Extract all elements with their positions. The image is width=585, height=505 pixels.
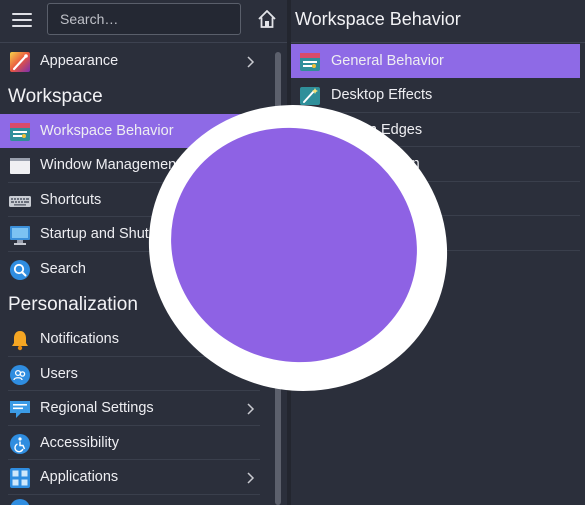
sidebar-item-label: Search — [40, 261, 86, 277]
content-item-label: Activities — [331, 260, 389, 276]
sidebar-scrollbar-handle[interactable] — [275, 52, 281, 505]
general-behavior-icon — [299, 51, 321, 73]
system-settings-window: Appearance Workspace Workspace Behavior — [0, 0, 585, 505]
section-title-workspace: Workspace — [8, 86, 103, 107]
sidebar-item-users[interactable]: Users — [0, 357, 266, 391]
chevron-right-icon — [244, 402, 256, 415]
screen-edges-icon — [299, 120, 321, 142]
section-title-personalization: Personalization — [8, 294, 138, 315]
sidebar-item-label: Applications — [40, 469, 119, 485]
sidebar: Appearance Workspace Workspace Behavior — [0, 0, 287, 505]
sidebar-item-startup-shutdown[interactable]: Startup and Shutdown — [0, 217, 266, 251]
sidebar-item-label: Accessibility — [40, 435, 119, 451]
sidebar-item-appearance[interactable]: Appearance — [0, 44, 266, 78]
search-input[interactable] — [48, 4, 240, 34]
content-item-screen-locking[interactable]: Screen Locking — [291, 182, 580, 216]
sidebar-item-label: Users — [40, 366, 78, 382]
sidebar-item-notifications[interactable]: Notifications — [0, 322, 266, 356]
sidebar-item-label: Shortcuts — [40, 192, 102, 208]
hamburger-menu-icon[interactable] — [12, 11, 32, 29]
title-divider — [291, 42, 585, 43]
toolbar-divider — [0, 42, 287, 43]
content-item-general-behavior[interactable]: General Behavior — [291, 44, 580, 78]
touch-screen-icon — [299, 154, 321, 176]
content-pane: Workspace Behavior General Behavior Desk… — [291, 0, 585, 505]
content-item-activities[interactable]: Activities — [291, 251, 580, 285]
startup-shutdown-icon — [9, 224, 31, 246]
partial-item-icon — [9, 498, 31, 505]
sidebar-item-label: Workspace Behavior — [40, 123, 174, 139]
chevron-right-icon — [244, 471, 256, 484]
sidebar-item-label: Window Management — [40, 157, 181, 173]
content-item-label: General Behavior — [331, 53, 444, 69]
page-title: Workspace Behavior — [295, 9, 461, 29]
content-item-label: Screen Edges — [331, 122, 423, 138]
home-icon[interactable] — [256, 8, 278, 30]
applications-icon — [9, 467, 31, 489]
content-item-screen-edges[interactable]: Screen Edges — [291, 113, 580, 147]
appearance-icon — [9, 51, 31, 73]
workspace-behavior-icon — [9, 121, 31, 143]
keyboard-icon — [9, 190, 31, 212]
content-item-desktop-effects[interactable]: Desktop Effects — [291, 78, 580, 112]
desktop-effects-icon — [299, 85, 321, 107]
content-item-label: Virtual Desktops — [331, 225, 437, 241]
sidebar-toolbar — [0, 0, 287, 42]
content-item-label: Desktop Effects — [331, 87, 433, 103]
row-divider — [8, 494, 260, 495]
search-icon — [9, 259, 31, 281]
sidebar-item-workspace-behavior[interactable]: Workspace Behavior — [0, 114, 266, 148]
sidebar-item-accessibility[interactable]: Accessibility — [0, 426, 266, 460]
content-item-virtual-desktops[interactable]: Virtual Desktops — [291, 216, 580, 250]
sidebar-item-window-management[interactable]: Window Management — [0, 148, 266, 182]
regional-settings-icon — [9, 398, 31, 420]
content-item-label: Screen Locking — [331, 191, 431, 207]
accessibility-icon — [9, 433, 31, 455]
sidebar-item-label: Regional Settings — [40, 400, 154, 416]
sidebar-item-shortcuts[interactable]: Shortcuts — [0, 183, 266, 217]
sidebar-item-label: Notifications — [40, 331, 119, 347]
sidebar-item-search[interactable]: Search — [0, 252, 266, 286]
chevron-right-icon — [244, 55, 256, 68]
activities-icon — [299, 258, 321, 280]
search-field[interactable] — [47, 3, 241, 35]
sidebar-item-label: Appearance — [40, 53, 119, 69]
bell-icon — [9, 329, 31, 351]
sidebar-item-applications[interactable]: Applications — [0, 460, 266, 494]
content-item-touch-screen[interactable]: Touch Screen — [291, 147, 580, 181]
users-icon — [9, 364, 31, 386]
virtual-desktops-icon — [299, 223, 321, 245]
sidebar-item-label: Startup and Shutdown — [40, 226, 184, 242]
window-management-icon — [9, 155, 31, 177]
sidebar-item-regional-settings[interactable]: Regional Settings — [0, 391, 266, 425]
content-item-label: Touch Screen — [331, 156, 420, 172]
screen-locking-icon — [299, 189, 321, 211]
